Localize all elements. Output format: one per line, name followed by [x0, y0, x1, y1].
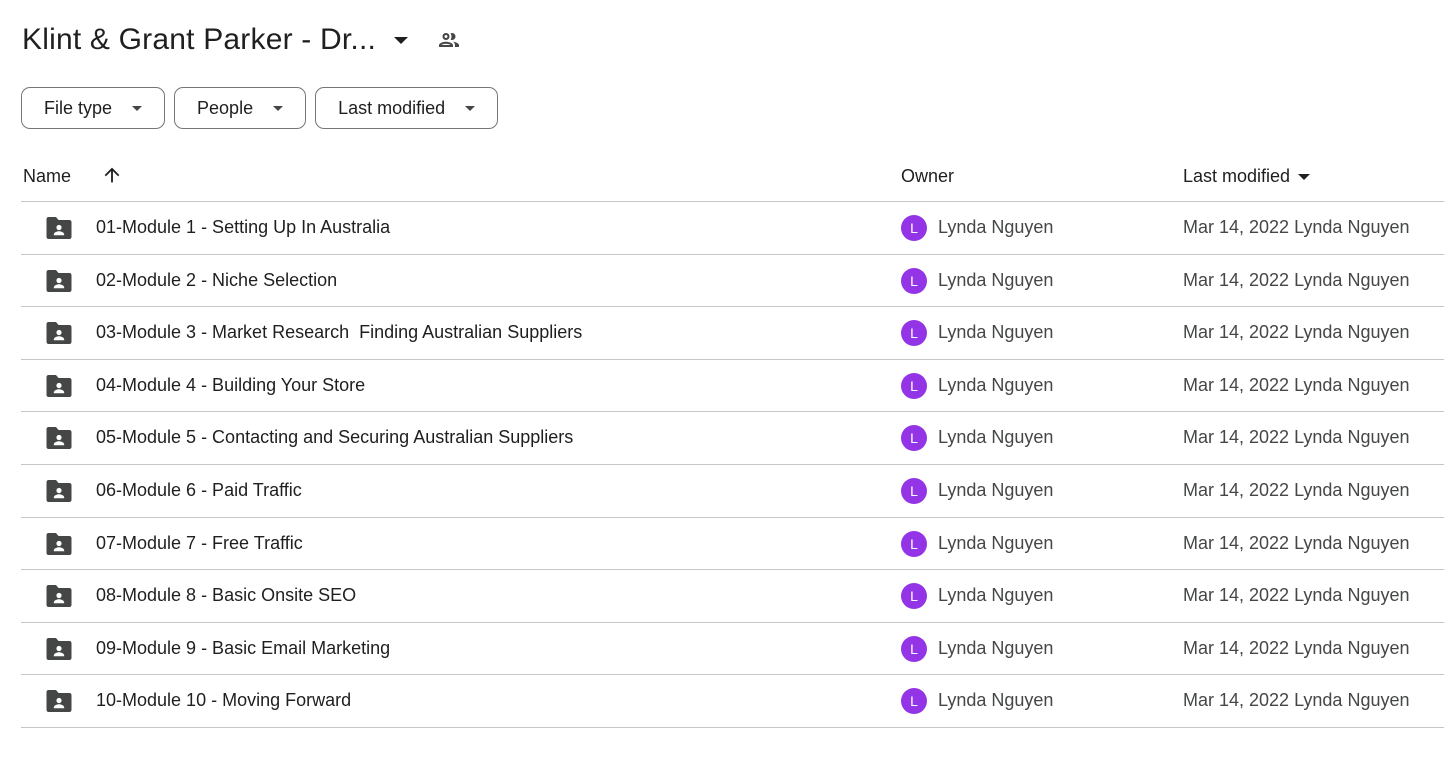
table-row[interactable]: 06-Module 6 - Paid Traffic L Lynda Nguyen M… [21, 465, 1444, 518]
column-header-name[interactable]: Name [23, 166, 71, 187]
table-row[interactable]: 02-Module 2 - Niche Selection L Lynda Nguy… [21, 255, 1444, 308]
file-list: 01-Module 1 - Setting Up In Australia L Ly… [21, 202, 1444, 728]
shared-folder-icon [46, 690, 72, 713]
caret-down-icon [1298, 173, 1311, 180]
caret-down-icon [465, 105, 476, 111]
arrow-up-icon[interactable] [101, 164, 123, 186]
file-name[interactable]: 01-Module 1 - Setting Up In Australia [96, 217, 390, 238]
avatar: L [901, 530, 927, 557]
column-header-owner: Owner [901, 166, 955, 186]
owner-name: Lynda Nguyen [938, 269, 1054, 290]
owner-name: Lynda Nguyen [938, 690, 1054, 711]
avatar: L [901, 215, 927, 241]
file-name[interactable]: 07-Module 7 - Free Traffic [96, 533, 303, 554]
file-name[interactable]: 08-Module 8 - Basic Onsite SEO [96, 585, 356, 606]
file-name[interactable]: 06-Module 6 - Paid Traffic [96, 480, 302, 501]
avatar: L [901, 688, 927, 715]
table-row[interactable]: 08-Module 8 - Basic Onsite SEO L Lynda Ngu… [21, 570, 1444, 623]
table-row[interactable]: 01-Module 1 - Setting Up In Australia L Ly… [21, 202, 1444, 255]
owner-name: Lynda Nguyen [938, 374, 1054, 395]
title-bar: Klint & Grant Parker - Dr... [22, 18, 462, 62]
file-name[interactable]: 05-Module 5 - Contacting and Securing Au… [96, 427, 573, 448]
table-row[interactable]: 10-Module 10 - Moving Forward L Lynda Nguy… [21, 675, 1444, 728]
caret-down-icon [273, 105, 284, 111]
last-modified-value: Mar 14, 2022 Lynda Nguyen [1183, 532, 1410, 553]
table-row[interactable]: 05-Module 5 - Contacting and Securing Au… [21, 412, 1444, 465]
shared-folder-icon [46, 532, 72, 555]
owner-name: Lynda Nguyen [938, 637, 1054, 658]
file-name[interactable]: 02-Module 2 - Niche Selection [96, 270, 337, 291]
people-filter-label: People [197, 97, 254, 118]
column-header-last-modified-label: Last modified [1183, 166, 1291, 186]
last-modified-value: Mar 14, 2022 Lynda Nguyen [1183, 427, 1410, 448]
page-title[interactable]: Klint & Grant Parker - Dr... [22, 23, 376, 57]
filter-bar: File type People Last modified [21, 87, 499, 129]
shared-folder-icon [46, 637, 72, 660]
caret-down-icon [132, 105, 143, 111]
avatar: L [901, 583, 927, 610]
owner-name: Lynda Nguyen [938, 479, 1054, 500]
last-modified-value: Mar 14, 2022 Lynda Nguyen [1183, 690, 1410, 711]
file-type-filter[interactable]: File type [21, 87, 166, 129]
owner-name: Lynda Nguyen [938, 427, 1054, 448]
shared-folder-icon [46, 322, 72, 345]
last-modified-value: Mar 14, 2022 Lynda Nguyen [1183, 374, 1410, 395]
table-row[interactable]: 04-Module 4 - Building Your Store L Lynda … [21, 360, 1444, 413]
avatar: L [901, 372, 927, 399]
people-filter[interactable]: People [174, 87, 307, 129]
owner-name: Lynda Nguyen [938, 532, 1054, 553]
avatar: L [901, 477, 927, 504]
table-header: Name Owner Last modified [21, 152, 1444, 202]
file-type-filter-label: File type [44, 97, 113, 118]
file-name[interactable]: 09-Module 9 - Basic Email Marketing [96, 638, 390, 659]
last-modified-value: Mar 14, 2022 Lynda Nguyen [1183, 322, 1410, 343]
last-modified-filter-label: Last modified [338, 97, 446, 118]
owner-name: Lynda Nguyen [938, 322, 1054, 343]
shared-folder-icon [46, 427, 72, 450]
table-row[interactable]: 07-Module 7 - Free Traffic L Lynda Nguyen M… [21, 518, 1444, 571]
shared-folder-icon [46, 479, 72, 502]
last-modified-value: Mar 14, 2022 Lynda Nguyen [1183, 585, 1410, 606]
shared-folder-icon [46, 217, 72, 239]
last-modified-value: Mar 14, 2022 Lynda Nguyen [1183, 269, 1410, 290]
owner-name: Lynda Nguyen [938, 585, 1054, 606]
avatar: L [901, 425, 927, 452]
last-modified-value: Mar 14, 2022 Lynda Nguyen [1183, 217, 1410, 237]
last-modified-value: Mar 14, 2022 Lynda Nguyen [1183, 637, 1410, 658]
shared-folder-icon [46, 374, 72, 397]
shared-people-icon[interactable] [436, 27, 462, 53]
shared-folder-icon [46, 585, 72, 608]
avatar: L [901, 267, 927, 294]
caret-down-icon[interactable] [394, 36, 409, 44]
file-name[interactable]: 04-Module 4 - Building Your Store [96, 375, 365, 396]
last-modified-value: Mar 14, 2022 Lynda Nguyen [1183, 479, 1410, 500]
shared-folder-icon [46, 269, 72, 292]
owner-name: Lynda Nguyen [938, 217, 1054, 237]
avatar: L [901, 320, 927, 347]
file-name[interactable]: 03-Module 3 - Market Research Finding Au… [96, 322, 582, 343]
file-name[interactable]: 10-Module 10 - Moving Forward [96, 690, 351, 711]
table-row[interactable]: 09-Module 9 - Basic Email Marketing L Lynd… [21, 623, 1444, 676]
column-header-last-modified[interactable]: Last modified [1183, 166, 1311, 187]
last-modified-filter[interactable]: Last modified [315, 87, 499, 129]
avatar: L [901, 635, 927, 662]
table-row[interactable]: 03-Module 3 - Market Research Finding Au… [21, 307, 1444, 360]
